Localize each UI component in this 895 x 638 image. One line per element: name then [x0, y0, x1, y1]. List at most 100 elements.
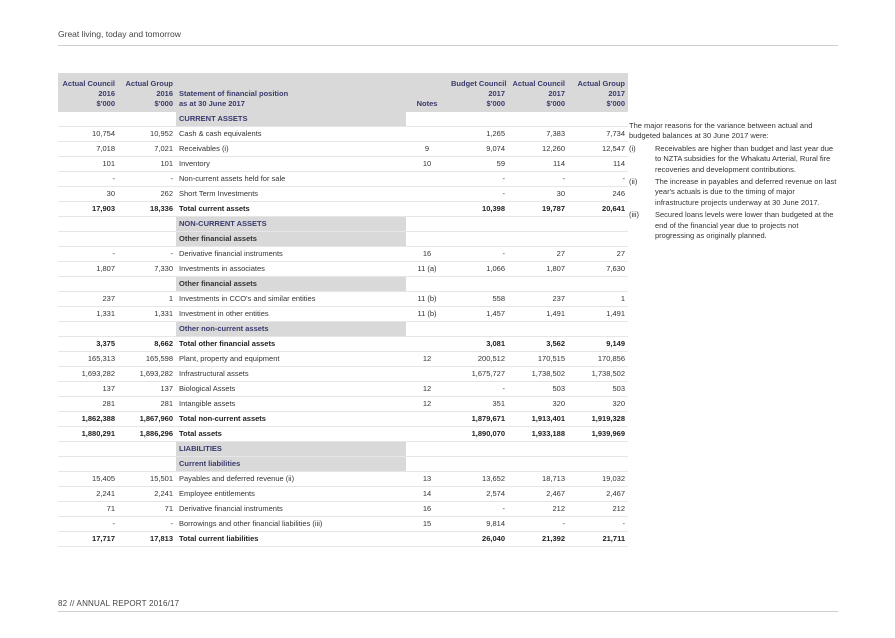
note-text: Receivables are higher than budget and l… [655, 143, 834, 174]
cell-actual-group-2017: 170,856 [568, 351, 628, 367]
cell-actual-group-2017 [568, 216, 628, 232]
table-body: CURRENT ASSETS 10,754 10,952 Cash & cash eq… [58, 112, 628, 547]
cell-actual-group-2016: 1,693,282 [118, 366, 176, 382]
cell-actual-group-2016: 281 [118, 396, 176, 412]
cell-actual-group-2017 [568, 441, 628, 457]
cell-budget-council-2017: 558 [448, 291, 508, 307]
cell-actual-council-2017 [508, 456, 568, 472]
cell-notes: 12 [406, 381, 448, 397]
cell-actual-council-2017: 18,713 [508, 471, 568, 487]
cell-actual-council-2017: - [508, 171, 568, 187]
cell-actual-group-2017 [568, 321, 628, 337]
cell-description: Current liabilities [176, 456, 406, 472]
cell-actual-group-2017: 212 [568, 501, 628, 517]
cell-notes: 14 [406, 486, 448, 502]
table-row: 17,903 18,336 Total current assets 10,398 19… [58, 201, 628, 217]
cell-description: CURRENT ASSETS [176, 112, 406, 127]
cell-actual-group-2017: 27 [568, 246, 628, 262]
cell-actual-group-2017: 1,939,969 [568, 426, 628, 442]
col-statement: Statement of financial position as at 30 … [176, 73, 406, 112]
cell-notes: 9 [406, 141, 448, 157]
cell-notes [406, 366, 448, 382]
table-row: 17,717 17,813 Total current liabilities 26,… [58, 531, 628, 547]
cell-actual-group-2017: 1,919,328 [568, 411, 628, 427]
cell-budget-council-2017: 10,398 [448, 201, 508, 217]
cell-description: Employee entitlements [176, 486, 406, 502]
cell-actual-council-2016: 1,862,388 [58, 411, 118, 427]
cell-actual-council-2017: 19,787 [508, 201, 568, 217]
cell-actual-group-2016: 8,662 [118, 336, 176, 352]
page-footer: 82 // ANNUAL REPORT 2016/17 [58, 599, 180, 608]
cell-budget-council-2017 [448, 216, 508, 232]
cell-notes: 11 (b) [406, 291, 448, 307]
cell-actual-council-2016: 1,331 [58, 306, 118, 322]
cell-description: Payables and deferred revenue (ii) [176, 471, 406, 487]
cell-description: Cash & cash equivalents [176, 126, 406, 142]
table-row: 1,807 7,330 Investments in associates 11 (a… [58, 261, 628, 277]
cell-actual-council-2016: 10,754 [58, 126, 118, 142]
cell-budget-council-2017: 1,265 [448, 126, 508, 142]
cell-actual-council-2017: 114 [508, 156, 568, 172]
cell-actual-council-2017 [508, 441, 568, 457]
cell-notes [406, 441, 448, 457]
col-actual-council-2017: Actual Council 2017 $'000 [508, 73, 568, 112]
cell-budget-council-2017 [448, 321, 508, 337]
cell-actual-council-2017: 21,392 [508, 531, 568, 547]
cell-actual-group-2016 [118, 441, 176, 457]
table-row: 15,405 15,501 Payables and deferred revenu… [58, 471, 628, 487]
cell-actual-group-2016: 18,336 [118, 201, 176, 217]
cell-budget-council-2017 [448, 112, 508, 127]
cell-budget-council-2017: 9,074 [448, 141, 508, 157]
variance-note-ii: (ii) The increase in payables and deferr… [629, 177, 839, 208]
cell-description: NON-CURRENT ASSETS [176, 216, 406, 232]
cell-notes: 10 [406, 156, 448, 172]
cell-description: Investments in CCO's and similar entitie… [176, 291, 406, 307]
table-row: 165,313 165,598 Plant, property and equipm… [58, 351, 628, 367]
cell-notes [406, 126, 448, 142]
table-row: 10,754 10,952 Cash & cash equivalents 1,265… [58, 126, 628, 142]
cell-actual-group-2017: 1 [568, 291, 628, 307]
cell-actual-group-2017: 503 [568, 381, 628, 397]
table-row: 7,018 7,021 Receivables (i) 9 9,074 12,260 12,… [58, 141, 628, 157]
cell-description: Total current assets [176, 201, 406, 217]
cell-actual-group-2017: 19,032 [568, 471, 628, 487]
table-row: 3,375 8,662 Total other financial assets 3,… [58, 336, 628, 352]
cell-notes: 13 [406, 471, 448, 487]
cell-notes [406, 321, 448, 337]
variance-note-i: (i) Receivables are higher than budget a… [629, 144, 839, 175]
cell-budget-council-2017: - [448, 501, 508, 517]
cell-actual-council-2016: 3,375 [58, 336, 118, 352]
cell-actual-group-2016 [118, 231, 176, 247]
cell-description: Receivables (i) [176, 141, 406, 157]
cell-actual-council-2016 [58, 216, 118, 232]
cell-description: Other non-current assets [176, 321, 406, 337]
cell-description: Borrowings and other financial liabiliti… [176, 516, 406, 532]
table-row: LIABILITIES [58, 441, 628, 457]
cell-actual-group-2017: 20,641 [568, 201, 628, 217]
cell-actual-council-2016 [58, 112, 118, 127]
table-row: Other financial assets [58, 231, 628, 247]
cell-actual-council-2016 [58, 276, 118, 292]
cell-notes [406, 276, 448, 292]
cell-description: Other financial assets [176, 231, 406, 247]
cell-actual-council-2017: 1,933,188 [508, 426, 568, 442]
cell-actual-group-2016 [118, 321, 176, 337]
cell-actual-council-2017: 503 [508, 381, 568, 397]
table-row: 281 281 Intangible assets 12 351 320 320 [58, 396, 628, 412]
cell-actual-council-2016 [58, 441, 118, 457]
footer-divider [58, 611, 838, 612]
cell-description: Total other financial assets [176, 336, 406, 352]
cell-actual-group-2017: 2,467 [568, 486, 628, 502]
cell-budget-council-2017 [448, 231, 508, 247]
cell-actual-council-2016: 281 [58, 396, 118, 412]
cell-description: Plant, property and equipment [176, 351, 406, 367]
cell-actual-group-2016: 262 [118, 186, 176, 202]
cell-actual-group-2017: 320 [568, 396, 628, 412]
cell-actual-group-2016 [118, 112, 176, 127]
cell-actual-council-2016: - [58, 246, 118, 262]
cell-actual-council-2016: 7,018 [58, 141, 118, 157]
cell-notes [406, 186, 448, 202]
cell-actual-group-2016 [118, 456, 176, 472]
cell-actual-council-2016: 1,807 [58, 261, 118, 277]
cell-budget-council-2017: 26,040 [448, 531, 508, 547]
